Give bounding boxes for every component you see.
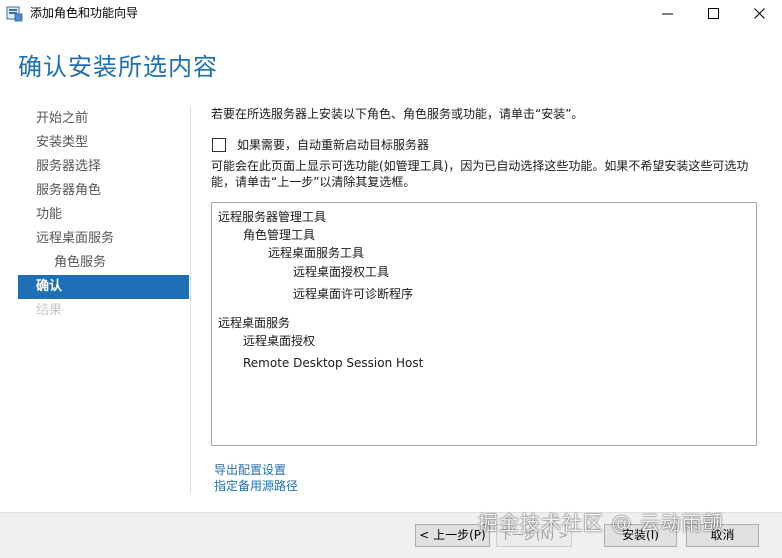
- step-remote-desktop-services[interactable]: 远程桌面服务: [18, 227, 189, 251]
- maximize-icon: [707, 8, 719, 19]
- sidebar-divider: [190, 107, 191, 493]
- close-icon: [753, 8, 765, 19]
- step-before-you-begin[interactable]: 开始之前: [18, 107, 189, 131]
- confirmation-content: 若要在所选服务器上安装以下角色、角色服务或功能，请单击“安装”。 如果需要，自动…: [211, 106, 761, 189]
- step-role-services[interactable]: 角色服务: [18, 251, 189, 275]
- alternate-source-link[interactable]: 指定备用源路径: [214, 479, 298, 494]
- minimize-icon: [661, 13, 673, 15]
- list-item: 远程桌面授权: [243, 334, 316, 348]
- step-features[interactable]: 功能: [18, 203, 189, 227]
- list-item: 远程桌面服务工具: [268, 246, 365, 260]
- step-results: 结果: [36, 303, 63, 318]
- export-configuration-link[interactable]: 导出配置设置: [214, 463, 286, 478]
- window-title: 添加角色和功能向导: [30, 6, 139, 20]
- page-title: 确认安装所选内容: [18, 53, 218, 81]
- optional-features-note: 可能会在此页面上显示可选功能(如管理工具)，因为已自动选择这些功能。如果不希望安…: [211, 159, 749, 189]
- step-installation-type[interactable]: 安装类型: [18, 131, 189, 155]
- list-item: 角色管理工具: [243, 228, 316, 242]
- restart-option[interactable]: 如果需要，自动重新启动目标服务器: [212, 136, 429, 153]
- intro-text: 若要在所选服务器上安装以下角色、角色服务或功能，请单击“安装”。: [211, 107, 584, 121]
- restart-checkbox[interactable]: [212, 137, 226, 152]
- list-item: 远程服务器管理工具: [218, 210, 327, 224]
- list-item: 远程桌面服务: [218, 316, 291, 330]
- wizard-step-list: 开始之前 安装类型 服务器选择 服务器角色 功能 远程桌面服务 角色服务 确认 …: [18, 107, 189, 323]
- server-manager-icon: [6, 6, 23, 22]
- watermark: 掘金技术社区 @ 云动雨颤: [478, 511, 724, 535]
- minimize-button[interactable]: [644, 0, 690, 27]
- step-server-roles[interactable]: 服务器角色: [18, 179, 189, 203]
- step-server-selection[interactable]: 服务器选择: [18, 155, 189, 179]
- list-item: Remote Desktop Session Host: [243, 356, 424, 370]
- maximize-button[interactable]: [690, 0, 736, 27]
- restart-checkbox-label[interactable]: 如果需要，自动重新启动目标服务器: [237, 136, 429, 153]
- step-confirmation[interactable]: 确认: [18, 275, 189, 299]
- title-bar: 添加角色和功能向导: [0, 0, 782, 27]
- list-item: 远程桌面许可诊断程序: [293, 287, 414, 301]
- close-button[interactable]: [736, 0, 782, 27]
- list-item: 远程桌面授权工具: [293, 265, 390, 279]
- selection-list[interactable]: 远程服务器管理工具 角色管理工具 远程桌面服务工具 远程桌面授权工具 远程桌面许…: [211, 202, 757, 446]
